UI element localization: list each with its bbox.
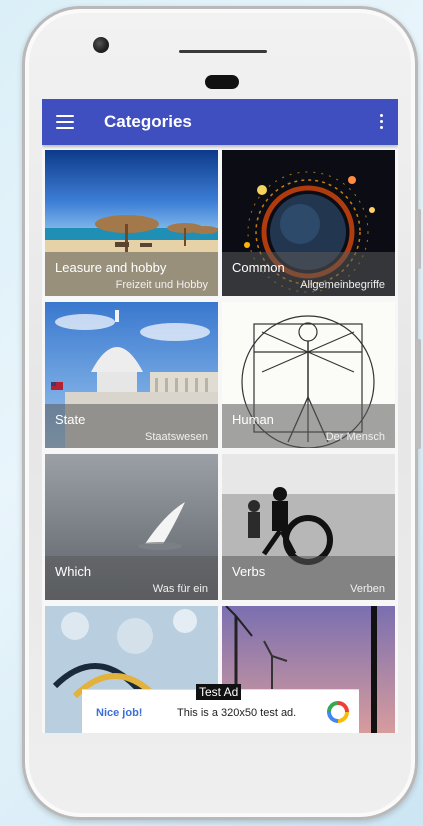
ad-headline[interactable]: Nice job! [96,707,142,719]
category-tile-which[interactable]: Which Was für ein [45,454,218,600]
more-vert-icon[interactable] [378,114,384,130]
speaker-grille [179,50,267,53]
app-bar: Categories [42,99,398,145]
category-name: Leasure and hobby [55,260,167,275]
category-translation: Was für ein [152,583,208,595]
category-name: Which [55,564,92,579]
page-title: Categories [104,112,192,131]
test-ad-badge: Test Ad [196,684,242,700]
category-tile-state[interactable]: State Staatswesen [45,302,218,448]
earpiece [205,75,239,89]
category-name: Verbs [232,564,266,579]
category-tile-human[interactable]: Human Der Mensch [222,302,395,448]
category-tile-leisure[interactable]: Leasure and hobby Freizeit und Hobby [45,150,218,296]
category-name: State [55,412,86,427]
category-tile-verbs[interactable]: Verbs Verben [222,454,395,600]
category-name: Human [232,412,274,427]
front-camera-icon [93,37,109,53]
category-tile-common[interactable]: Common Allgemeinbegriffe [222,150,395,296]
power-button [416,339,421,449]
category-translation: Verben [350,583,385,595]
volume-button [416,209,421,269]
hamburger-menu-icon[interactable] [56,115,74,129]
category-translation: Staatswesen [145,431,208,443]
ad-message: This is a 320x50 test ad. [177,707,297,719]
ad-network-logo-icon[interactable] [327,701,349,723]
category-translation: Der Mensch [325,431,385,443]
category-name: Common [232,260,285,275]
category-translation: Freizeit und Hobby [115,279,208,291]
app-screen: Categories Leasure and hobby Freizeit un… [42,99,398,733]
category-translation: Allgemeinbegriffe [300,279,385,291]
